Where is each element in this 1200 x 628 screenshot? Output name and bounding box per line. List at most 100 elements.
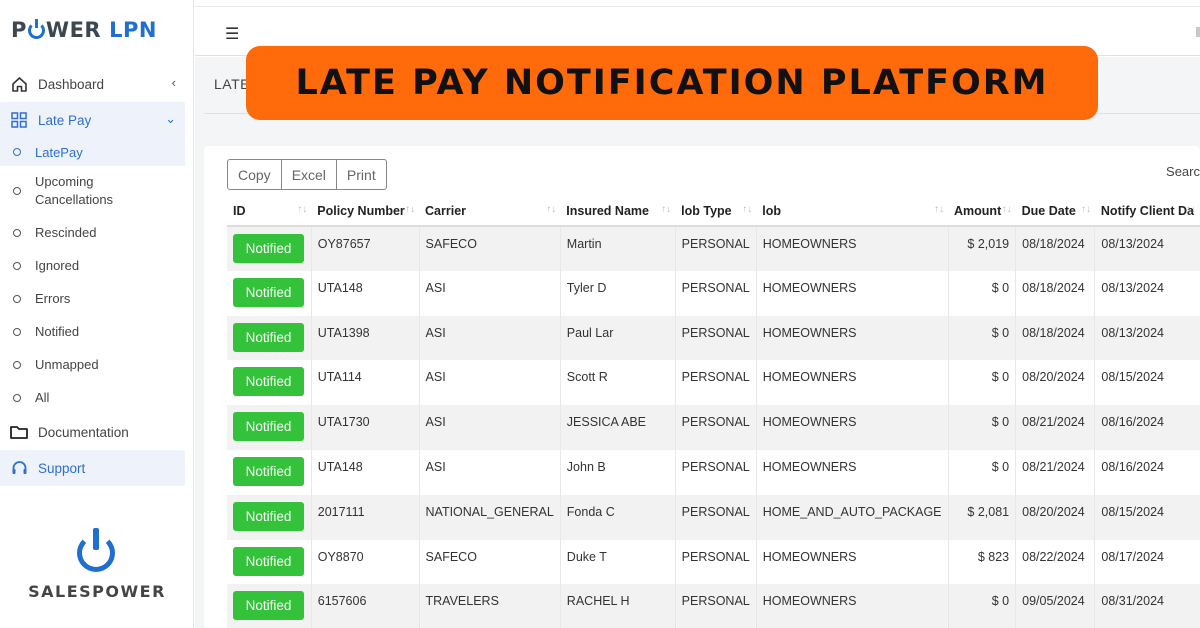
- sort-icon[interactable]: ↑↓: [297, 204, 307, 215]
- column-header[interactable]: lob Type ↑↓: [675, 196, 757, 227]
- sidebar-subitem-label: Errors: [35, 291, 71, 306]
- sidebar-subitem-ignored[interactable]: Ignored: [0, 249, 194, 282]
- table-row[interactable]: Notified UTA148 ASI John B PERSONAL HOMEOWNER…: [227, 449, 1200, 495]
- sort-icon[interactable]: ↑↓: [742, 204, 752, 215]
- table-row[interactable]: Notified OY87657 SAFECO Martin PERSONAL HOMEO…: [227, 226, 1200, 271]
- table-cell-lob-type: PERSONAL: [674, 494, 757, 540]
- lob-text: HOMEOWNERS: [762, 370, 857, 385]
- table-cell-due-date: 08/18/2024: [1015, 315, 1095, 361]
- table-cell-status-badge: Notified: [227, 405, 312, 450]
- table-cell-lob-type: PERSONAL: [674, 360, 757, 406]
- carrier-text: NATIONAL_GENERAL: [425, 504, 554, 519]
- sidebar-subitem-notified[interactable]: Notified: [0, 315, 194, 348]
- due-date-text: 08/20/2024: [1022, 504, 1085, 519]
- table-cell-notify-client-date: 08/16/2024: [1094, 449, 1200, 495]
- column-header[interactable]: Amount ↑↓: [948, 196, 1016, 227]
- power-lpn-logo[interactable]: P WER LPN: [11, 18, 157, 42]
- logo-text-lpn: LPN: [109, 18, 157, 42]
- sidebar-subitem-all[interactable]: All: [0, 381, 194, 414]
- power-icon: [77, 528, 117, 572]
- amount-text: $ 0: [991, 370, 1010, 385]
- column-header[interactable]: ID ↑↓: [227, 196, 312, 227]
- amount-text: $ 0: [991, 280, 1010, 295]
- table-cell-insured-name: Fonda C: [559, 494, 676, 540]
- notified-badge[interactable]: Notified: [233, 277, 304, 307]
- sidebar-subitem-errors[interactable]: Errors: [0, 282, 194, 315]
- table-cell-carrier: ASI: [418, 315, 561, 361]
- sidebar-item-support[interactable]: Support: [0, 450, 185, 486]
- notified-badge[interactable]: Notified: [233, 456, 304, 486]
- policy-number-text: 6157606: [317, 594, 367, 609]
- logo-letter-p: P: [11, 18, 27, 42]
- sort-icon[interactable]: ↑↓: [405, 204, 415, 215]
- table-cell-amount: $ 0: [947, 270, 1016, 316]
- carrier-text: ASI: [425, 370, 446, 385]
- table-cell-lob: HOMEOWNERS: [755, 449, 949, 495]
- grid-icon: [10, 111, 28, 129]
- sidebar-subitem-upcoming-cancellations[interactable]: Upcoming Cancellations: [0, 166, 194, 216]
- table-cell-due-date: 08/22/2024: [1015, 539, 1095, 585]
- circle-icon: [13, 294, 21, 303]
- carrier-text: ASI: [425, 280, 446, 295]
- table-cell-policy-number: 6157606: [310, 584, 420, 628]
- notified-badge[interactable]: Notified: [233, 591, 304, 621]
- sort-icon[interactable]: ↑↓: [1081, 204, 1091, 215]
- sort-icon[interactable]: ↑↓: [661, 204, 671, 215]
- policy-number-text: 2017111: [317, 504, 365, 519]
- table-cell-amount: $ 2,081: [947, 494, 1016, 540]
- column-header[interactable]: Policy Number ↑↓: [311, 196, 420, 227]
- table-cell-lob-type: PERSONAL: [674, 226, 757, 271]
- notify-client-date-text: 08/16/2024: [1101, 415, 1164, 430]
- table-row[interactable]: Notified UTA1730 ASI JESSICA ABE PERSONAL HOM…: [227, 405, 1200, 450]
- table-cell-lob-type: PERSONAL: [674, 405, 757, 450]
- column-header[interactable]: Carrier ↑↓: [419, 196, 561, 227]
- sidebar-item-late-pay[interactable]: Late Pay ⌄: [0, 102, 185, 138]
- circle-icon: [13, 327, 21, 336]
- table-row[interactable]: Notified 2017111 NATIONAL_GENERAL Fonda C PE…: [227, 494, 1200, 540]
- notified-badge[interactable]: Notified: [233, 367, 304, 397]
- table-cell-lob-type: PERSONAL: [674, 315, 757, 361]
- notified-badge[interactable]: Notified: [233, 234, 304, 263]
- notified-badge[interactable]: Notified: [233, 412, 304, 442]
- hamburger-menu-icon[interactable]: ☰: [225, 24, 239, 44]
- column-header[interactable]: Insured Name ↑↓: [560, 196, 676, 227]
- sort-icon[interactable]: ↑↓: [1002, 204, 1012, 215]
- sort-icon[interactable]: ↑↓: [1186, 204, 1196, 215]
- table-cell-insured-name: Tyler D: [559, 270, 676, 316]
- column-header[interactable]: Notify Client Da ↑↓: [1094, 196, 1200, 227]
- sidebar-item-label: Documentation: [38, 424, 129, 440]
- notified-badge[interactable]: Notified: [233, 546, 304, 576]
- due-date-text: 08/20/2024: [1022, 370, 1085, 385]
- language-flag-icon[interactable]: [1196, 27, 1200, 37]
- notified-badge[interactable]: Notified: [233, 322, 304, 352]
- table-cell-insured-name: JESSICA ABE: [559, 405, 676, 450]
- sort-icon[interactable]: ↑↓: [546, 204, 556, 215]
- notified-badge[interactable]: Notified: [233, 501, 304, 531]
- circle-icon: [13, 187, 21, 195]
- table-cell-lob-type: PERSONAL: [674, 584, 757, 628]
- table-row[interactable]: Notified UTA148 ASI Tyler D PERSONAL HOMEOWNE…: [227, 270, 1200, 316]
- excel-button[interactable]: Excel: [282, 160, 337, 189]
- print-button[interactable]: Print: [337, 160, 386, 189]
- sidebar-item-dashboard[interactable]: Dashboard ‹: [0, 66, 194, 102]
- column-header[interactable]: lob ↑↓: [756, 196, 949, 227]
- insured-name-text: Martin: [566, 237, 602, 251]
- sidebar-item-documentation[interactable]: Documentation: [0, 414, 194, 450]
- column-header[interactable]: Due Date ↑↓: [1015, 196, 1095, 227]
- table-row[interactable]: Notified UTA1398 ASI Paul Lar PERSONAL HOMEOW…: [227, 315, 1200, 361]
- amount-text: $ 0: [991, 459, 1010, 474]
- lob-type-text: PERSONAL: [681, 237, 750, 251]
- table-row[interactable]: Notified OY8870 SAFECO Duke T PERSONAL HOMEOW…: [227, 539, 1200, 585]
- sidebar-subitem-unmapped[interactable]: Unmapped: [0, 348, 194, 381]
- sidebar-subitem-label: Unmapped: [35, 357, 99, 372]
- copy-button[interactable]: Copy: [228, 160, 282, 189]
- late-pay-table: ID ↑↓ Policy Number ↑↓ Carrier ↑↓ Insured Name…: [227, 196, 1200, 628]
- insured-name-text: Tyler D: [566, 280, 607, 295]
- headset-icon: [10, 459, 28, 477]
- table-row[interactable]: Notified UTA114 ASI Scott R PERSONAL HOMEOWNE…: [227, 360, 1200, 406]
- sort-icon[interactable]: ↑↓: [934, 204, 944, 215]
- table-cell-carrier: TRAVELERS: [418, 584, 561, 628]
- sidebar-subitem-latepay[interactable]: LatePay: [0, 138, 185, 166]
- table-row[interactable]: Notified 6157606 TRAVELERS RACHEL H PERSONAL…: [227, 584, 1200, 628]
- sidebar-subitem-rescinded[interactable]: Rescinded: [0, 216, 194, 249]
